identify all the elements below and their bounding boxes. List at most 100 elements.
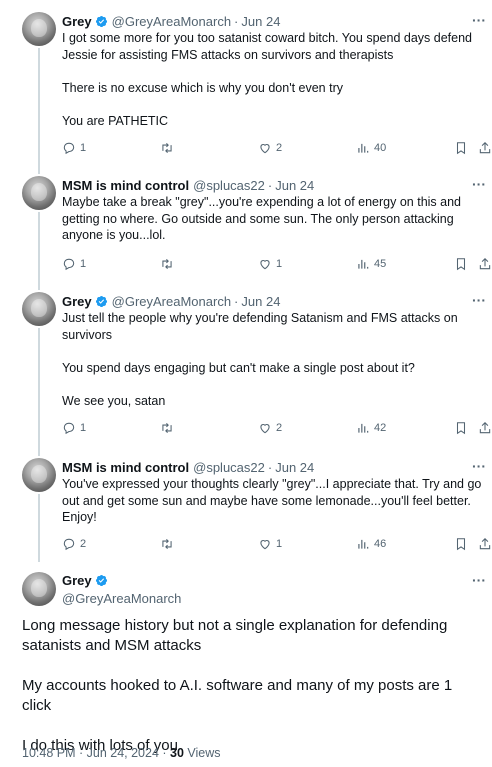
views-count: 46 xyxy=(374,538,387,550)
reply-icon xyxy=(63,258,75,271)
tweet-actions: 1 2 40 xyxy=(62,140,492,156)
timestamp[interactable]: 10:48 PM · Jun 24, 2024 · xyxy=(22,746,170,760)
tweet-text: You've expressed your thoughts clearly "… xyxy=(62,476,486,526)
author-name[interactable]: Grey xyxy=(62,573,92,588)
share-icon xyxy=(479,538,491,550)
tweet-header: Grey @GreyAreaMonarch · Jun 24 xyxy=(62,12,280,30)
retweet-icon xyxy=(162,422,172,434)
views-button[interactable]: 42 xyxy=(356,420,386,436)
reply-count: 1 xyxy=(80,422,87,434)
views-button[interactable]: 46 xyxy=(356,536,386,552)
dot-separator: · xyxy=(234,13,239,29)
views-button[interactable]: 45 xyxy=(356,256,386,272)
bookmark-icon xyxy=(456,538,466,551)
reply-button[interactable]: 1 xyxy=(62,420,86,436)
like-count: 1 xyxy=(276,538,283,550)
bookmark-button[interactable] xyxy=(454,536,468,552)
avatar[interactable] xyxy=(22,572,56,606)
bookmark-button[interactable] xyxy=(454,140,468,156)
tweet-paragraph: You are PATHETIC xyxy=(62,113,169,128)
bookmark-button[interactable] xyxy=(454,256,468,272)
tweet-paragraph: Long message history but not a single ex… xyxy=(22,617,448,654)
retweet-button[interactable] xyxy=(160,420,178,436)
like-button[interactable]: 1 xyxy=(258,536,282,552)
views-icon xyxy=(358,539,369,549)
author-name[interactable]: Grey xyxy=(62,14,92,29)
reply-button[interactable]: 1 xyxy=(62,256,86,272)
dot-separator: · xyxy=(234,293,239,309)
tweet-date[interactable]: Jun 24 xyxy=(241,14,280,29)
tweet-text: Just tell the people why you're defendin… xyxy=(62,310,486,409)
dot-separator: · xyxy=(267,459,273,475)
views-icon xyxy=(358,259,369,269)
avatar[interactable] xyxy=(22,12,56,46)
author-name[interactable]: MSM is mind control xyxy=(62,460,189,475)
views-icon xyxy=(358,423,369,433)
like-icon xyxy=(260,144,270,154)
retweet-icon xyxy=(162,142,172,154)
more-icon[interactable]: ··· xyxy=(472,176,486,192)
author-name[interactable]: MSM is mind control xyxy=(62,178,189,193)
tweet-paragraph: I got some more for you too satanist cow… xyxy=(62,31,472,62)
share-button[interactable] xyxy=(478,256,492,272)
retweet-button[interactable] xyxy=(160,256,178,272)
retweet-button[interactable] xyxy=(160,140,178,156)
author-handle[interactable]: @GreyAreaMonarch xyxy=(62,591,181,606)
avatar[interactable] xyxy=(22,458,56,492)
share-button[interactable] xyxy=(478,536,492,552)
tweet-header: MSM is mind control @splucas22 · Jun 24 xyxy=(62,176,314,194)
author-handle[interactable]: @splucas22 xyxy=(193,178,265,193)
views-label: Views xyxy=(183,746,221,760)
main-tweet-header: Grey @GreyAreaMonarch xyxy=(62,572,181,606)
reply-button[interactable]: 2 xyxy=(62,536,86,552)
thread-line xyxy=(38,212,40,290)
thread-line xyxy=(38,494,40,562)
like-icon xyxy=(260,260,270,270)
more-icon[interactable]: ··· xyxy=(472,12,486,28)
views-count: 40 xyxy=(374,142,387,154)
views-count: 30 xyxy=(170,746,184,760)
more-icon[interactable]: ··· xyxy=(472,458,486,474)
like-button[interactable]: 2 xyxy=(258,140,282,156)
tweet-paragraph: You've expressed your thoughts clearly "… xyxy=(62,477,482,524)
avatar[interactable] xyxy=(22,292,56,326)
like-icon xyxy=(260,540,270,550)
author-handle[interactable]: @GreyAreaMonarch xyxy=(112,14,231,29)
reply-count: 1 xyxy=(80,258,87,270)
views-count: 45 xyxy=(374,258,387,270)
views-icon xyxy=(358,143,369,153)
more-icon[interactable]: ··· xyxy=(472,572,486,588)
thread-line xyxy=(38,48,40,174)
tweet-date[interactable]: Jun 24 xyxy=(275,178,314,193)
like-count: 2 xyxy=(276,142,283,154)
avatar[interactable] xyxy=(22,176,56,210)
tweet-paragraph: Just tell the people why you're defendin… xyxy=(62,311,458,342)
verified-badge-icon xyxy=(95,295,107,307)
tweet-paragraph: There is no excuse which is why you don'… xyxy=(62,80,343,95)
like-button[interactable]: 1 xyxy=(258,256,282,272)
tweet-date[interactable]: Jun 24 xyxy=(241,294,280,309)
like-icon xyxy=(260,424,270,434)
tweet-header: MSM is mind control @splucas22 · Jun 24 xyxy=(62,458,314,476)
views-count: 42 xyxy=(374,422,387,434)
more-icon[interactable]: ··· xyxy=(472,292,486,308)
share-icon xyxy=(479,258,491,270)
retweet-button[interactable] xyxy=(160,536,178,552)
tweet-metadata: 10:48 PM · Jun 24, 2024 · 30 Views xyxy=(22,746,221,760)
author-handle[interactable]: @GreyAreaMonarch xyxy=(112,294,231,309)
author-name[interactable]: Grey xyxy=(62,294,92,309)
bookmark-button[interactable] xyxy=(454,420,468,436)
bookmark-icon xyxy=(456,142,466,155)
share-button[interactable] xyxy=(478,140,492,156)
like-button[interactable]: 2 xyxy=(258,420,282,436)
like-count: 2 xyxy=(276,422,283,434)
reply-icon xyxy=(63,538,75,551)
tweet-actions: 1 1 45 xyxy=(62,256,492,272)
tweet-date[interactable]: Jun 24 xyxy=(275,460,314,475)
reply-button[interactable]: 1 xyxy=(62,140,86,156)
dot-separator: · xyxy=(267,177,273,193)
share-button[interactable] xyxy=(478,420,492,436)
tweet-paragraph: You spend days engaging but can't make a… xyxy=(62,360,415,375)
views-button[interactable]: 40 xyxy=(356,140,386,156)
author-handle[interactable]: @splucas22 xyxy=(193,460,265,475)
